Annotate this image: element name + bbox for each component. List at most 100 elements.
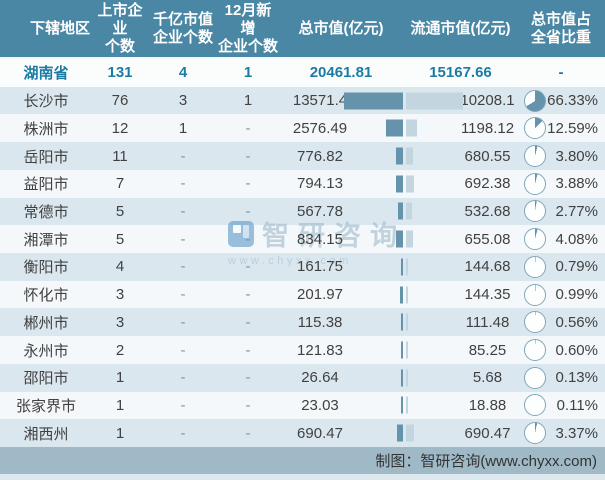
region-cell-value: 永州市 — [23, 340, 68, 361]
december-new-count-cell-value: - — [246, 175, 251, 192]
share-percent-cell: 0.11% — [553, 392, 605, 420]
listed-count-cell-value: 5 — [116, 203, 124, 220]
total-cap-bar — [401, 314, 403, 331]
share-pie-cell — [517, 170, 553, 198]
total-cap-cell: 23.03 — [278, 392, 404, 420]
hundred-billion-count-cell-value: - — [181, 258, 186, 275]
region-cell-value: 长沙市 — [23, 90, 68, 111]
circ-cap-bar — [406, 369, 408, 386]
column-header-line: 上市企业 — [92, 2, 148, 38]
share-percent-cell: 0.79% — [553, 253, 605, 281]
region-cell-value: 株洲市 — [23, 118, 68, 139]
listed-count-cell: 2 — [92, 336, 148, 364]
listed-count-cell-value: 1 — [116, 397, 124, 414]
circ-cap-bar — [406, 397, 408, 414]
total-cap-bar — [386, 120, 403, 137]
hundred-billion-count-cell-value: 1 — [179, 120, 187, 137]
hundred-billion-count-cell-value: 4 — [179, 64, 187, 81]
share-percent-cell: 66.33% — [553, 87, 605, 115]
total-cap-bar — [344, 92, 403, 109]
share-percent-cell: 0.60% — [553, 336, 605, 364]
circ-cap-cell: 655.08 — [404, 225, 517, 253]
december-new-count-cell-value: - — [246, 258, 251, 275]
share-percent-cell: 0.99% — [553, 281, 605, 309]
hundred-billion-count-cell-value: - — [181, 342, 186, 359]
hundred-billion-count-cell-value: - — [181, 231, 186, 248]
total-cap-cell-value: 23.03 — [301, 397, 339, 414]
region-cell: 永州市 — [0, 336, 92, 364]
region-cell-value: 湘西州 — [23, 423, 68, 444]
column-header-dec_new: 12月新增企业个数 — [218, 0, 278, 57]
hundred-billion-count-cell-value: - — [181, 314, 186, 331]
share-pie-icon — [524, 256, 546, 278]
region-cell-value: 湘潭市 — [23, 229, 68, 250]
share-percent-cell-value: 0.60% — [555, 342, 598, 359]
circ-cap-bar — [406, 286, 408, 303]
december-new-count-cell-value: - — [246, 314, 251, 331]
december-new-count-cell-value: - — [246, 397, 251, 414]
total-cap-cell-value: 161.75 — [297, 258, 343, 275]
column-header-line: 个数 — [105, 38, 135, 56]
share-percent-cell: 0.13% — [553, 364, 605, 392]
table-body: 湖南省1314120461.8115167.66-长沙市763113571.41… — [0, 59, 605, 447]
listed-count-cell: 7 — [92, 170, 148, 198]
circ-cap-bar — [406, 203, 412, 220]
total-cap-cell: 794.13 — [278, 170, 404, 198]
region-cell: 岳阳市 — [0, 142, 92, 170]
table-row-湘潭市: 湘潭市5--834.15655.084.08% — [0, 225, 605, 253]
share-percent-cell: 12.59% — [553, 114, 605, 142]
listed-count-cell: 1 — [92, 364, 148, 392]
share-pie-cell — [517, 336, 553, 364]
share-pie-icon — [524, 117, 546, 139]
circ-cap-bar — [406, 258, 408, 275]
hundred-billion-count-cell: 1 — [148, 114, 218, 142]
listed-count-cell: 4 — [92, 253, 148, 281]
listed-count-cell: 131 — [92, 59, 148, 87]
total-cap-cell: 13571.4 — [278, 87, 404, 115]
total-cap-bar — [400, 286, 403, 303]
stats-table-infographic: 下辖地区上市企业个数千亿市值企业个数12月新增企业个数总市值(亿元)流通市值(亿… — [0, 0, 605, 480]
table-row-衡阳市: 衡阳市4--161.75144.680.79% — [0, 253, 605, 281]
december-new-count-cell: - — [218, 364, 278, 392]
circ-cap-cell-value: 680.55 — [465, 148, 511, 165]
region-cell-value: 湖南省 — [23, 62, 68, 83]
table-row-邵阳市: 邵阳市1--26.645.680.13% — [0, 364, 605, 392]
hundred-billion-count-cell: - — [148, 198, 218, 226]
listed-count-cell: 76 — [92, 87, 148, 115]
listed-count-cell-value: 2 — [116, 342, 124, 359]
total-cap-cell-value: 201.97 — [297, 286, 343, 303]
share-percent-cell: 3.88% — [553, 170, 605, 198]
share-pie-icon — [524, 200, 546, 222]
listed-count-cell-value: 12 — [112, 120, 129, 137]
table-header: 下辖地区上市企业个数千亿市值企业个数12月新增企业个数总市值(亿元)流通市值(亿… — [0, 0, 605, 57]
share-percent-cell-value: 3.37% — [555, 425, 598, 442]
listed-count-cell-value: 3 — [116, 314, 124, 331]
region-cell: 怀化市 — [0, 281, 92, 309]
total-cap-cell-value: 794.13 — [297, 175, 343, 192]
listed-count-cell: 3 — [92, 281, 148, 309]
region-cell-value: 郴州市 — [23, 312, 68, 333]
share-percent-cell: 4.08% — [553, 225, 605, 253]
december-new-count-cell: - — [218, 170, 278, 198]
share-percent-cell-value: 0.13% — [555, 369, 598, 386]
share-pie-icon — [524, 311, 546, 333]
listed-count-cell: 1 — [92, 419, 148, 447]
share-pie-icon — [524, 145, 546, 167]
circ-cap-cell-value: 15167.66 — [429, 64, 492, 81]
hundred-billion-count-cell: 3 — [148, 87, 218, 115]
total-cap-cell: 20461.81 — [278, 59, 404, 87]
hundred-billion-count-cell: - — [148, 253, 218, 281]
total-cap-cell-value: 20461.81 — [310, 64, 373, 81]
hundred-billion-count-cell: - — [148, 392, 218, 420]
december-new-count-cell-value: - — [246, 203, 251, 220]
circ-cap-cell: 690.47 — [404, 419, 517, 447]
total-cap-cell-value: 834.15 — [297, 231, 343, 248]
table-row-郴州市: 郴州市3--115.38111.480.56% — [0, 308, 605, 336]
total-cap-cell-value: 121.83 — [297, 342, 343, 359]
total-cap-cell-value: 2576.49 — [293, 120, 347, 137]
region-cell-value: 邵阳市 — [23, 367, 68, 388]
circ-cap-cell-value: 144.35 — [465, 286, 511, 303]
listed-count-cell-value: 76 — [112, 92, 129, 109]
circ-cap-cell: 18.88 — [404, 392, 517, 420]
circ-cap-cell-value: 5.68 — [473, 369, 502, 386]
